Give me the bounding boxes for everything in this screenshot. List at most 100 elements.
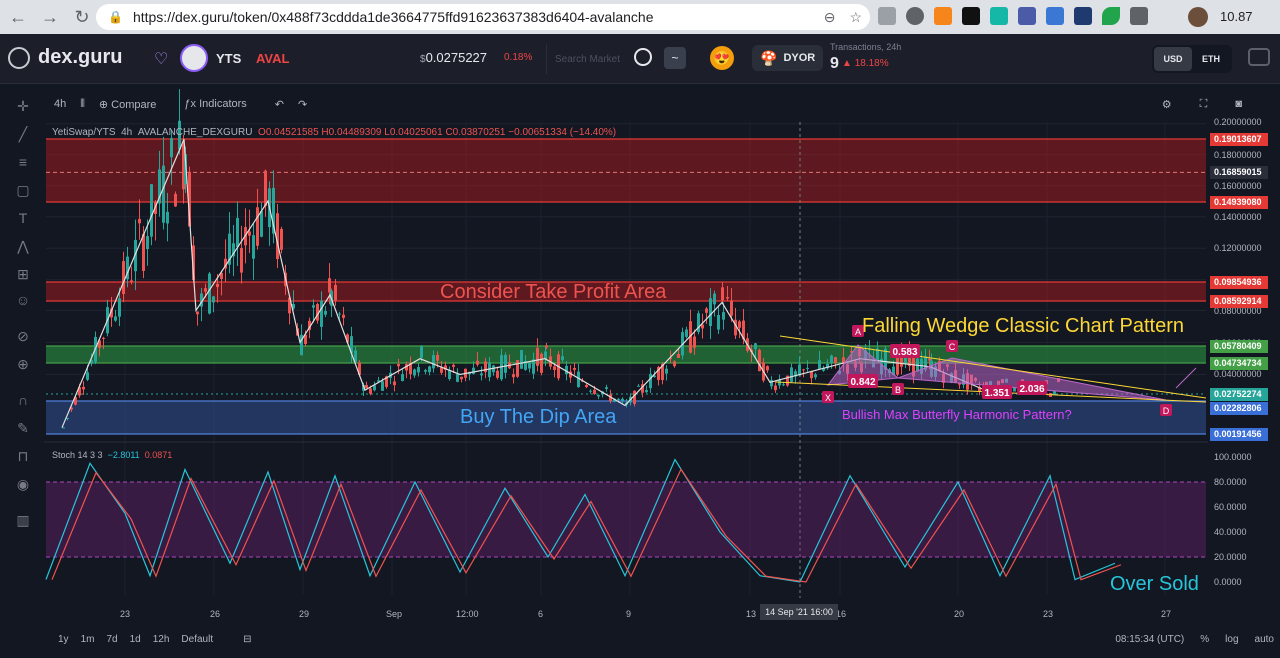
price-badge: 0.02282806 bbox=[1210, 402, 1268, 415]
candle bbox=[264, 170, 267, 206]
candle bbox=[260, 211, 263, 237]
stoch-legend: Stoch 14 3 3 −2.8011 0.0871 bbox=[52, 450, 173, 460]
candle bbox=[401, 374, 404, 381]
candle bbox=[118, 298, 121, 317]
candle bbox=[170, 138, 173, 158]
candle bbox=[436, 354, 439, 361]
stoch-tick: 40.0000 bbox=[1214, 527, 1247, 537]
candle bbox=[709, 298, 712, 327]
time-tick: 12:00 bbox=[456, 609, 479, 619]
candle bbox=[456, 373, 459, 382]
candle bbox=[496, 370, 499, 378]
candle bbox=[166, 211, 169, 224]
range-1y[interactable]: 1y bbox=[58, 634, 69, 645]
range-1m[interactable]: 1m bbox=[81, 634, 95, 645]
log-toggle[interactable]: log bbox=[1225, 634, 1238, 645]
stoch-tick: 20.0000 bbox=[1214, 552, 1247, 562]
candle bbox=[928, 358, 931, 361]
candle bbox=[248, 231, 251, 236]
candle bbox=[138, 218, 141, 224]
candle bbox=[818, 360, 821, 370]
candle bbox=[280, 228, 283, 250]
candle bbox=[381, 381, 384, 391]
price-badge: 0.09854936 bbox=[1210, 276, 1268, 289]
time-tick: 23 bbox=[120, 609, 131, 619]
candle bbox=[369, 388, 372, 394]
candle bbox=[162, 165, 165, 223]
price-badge: 0.04734734 bbox=[1210, 357, 1268, 370]
candle bbox=[730, 300, 733, 316]
price-badge: 0.14939080 bbox=[1210, 196, 1268, 209]
candle bbox=[701, 324, 704, 329]
date-range-icon[interactable]: ⊟ bbox=[243, 634, 251, 645]
price-tick: 0.14000000 bbox=[1214, 212, 1262, 222]
candle bbox=[512, 374, 515, 378]
candle bbox=[814, 374, 817, 378]
candle bbox=[417, 367, 420, 373]
price-badge: 0.05780409 bbox=[1210, 340, 1268, 353]
candle bbox=[830, 355, 833, 364]
price-tick: 0.04000000 bbox=[1214, 369, 1262, 379]
stoch-tick: 0.0000 bbox=[1214, 577, 1242, 587]
candle bbox=[561, 356, 564, 361]
candle bbox=[806, 367, 809, 369]
candle bbox=[790, 367, 793, 382]
stoch-tick: 100.0000 bbox=[1214, 452, 1252, 462]
candle bbox=[605, 387, 608, 389]
candle bbox=[122, 261, 125, 294]
range-default[interactable]: Default bbox=[181, 634, 213, 645]
price-tick: 0.18000000 bbox=[1214, 150, 1262, 160]
mid-zone bbox=[46, 346, 1206, 363]
point-label-X: X bbox=[825, 393, 831, 403]
candle bbox=[102, 337, 105, 339]
candle bbox=[782, 384, 785, 386]
time-tick: 13 bbox=[746, 609, 757, 619]
auto-toggle[interactable]: auto bbox=[1255, 634, 1274, 645]
candle bbox=[673, 361, 676, 367]
candle bbox=[312, 305, 315, 308]
point-label-A: A bbox=[855, 327, 861, 337]
candle bbox=[593, 389, 596, 394]
price-badge: 0.02752274 bbox=[1210, 388, 1268, 401]
candle bbox=[573, 368, 576, 370]
time-tick: 27 bbox=[1161, 609, 1172, 619]
range-7d[interactable]: 7d bbox=[106, 634, 117, 645]
utc-time[interactable]: 08:15:34 (UTC) bbox=[1115, 634, 1184, 645]
candle bbox=[738, 321, 741, 328]
ratio-label: 0.842 bbox=[850, 377, 875, 388]
stoch-tick: 80.0000 bbox=[1214, 477, 1247, 487]
time-tick: 6 bbox=[538, 609, 544, 619]
oversold-label: Over Sold bbox=[1110, 573, 1199, 595]
candle bbox=[472, 367, 475, 374]
candle bbox=[142, 233, 145, 271]
candle bbox=[114, 316, 117, 321]
candle bbox=[649, 373, 652, 389]
range-12h[interactable]: 12h bbox=[153, 634, 170, 645]
ohlc-legend: YetiSwap/YTS 4h AVALANCHE_DEXGURU O0.045… bbox=[52, 127, 617, 138]
time-tick: Sep bbox=[386, 609, 403, 619]
time-tick: 20 bbox=[954, 609, 965, 619]
candle bbox=[721, 287, 724, 301]
point-label-D: D bbox=[1163, 406, 1170, 416]
point-label-B: B bbox=[895, 385, 901, 395]
candle bbox=[393, 381, 396, 386]
stoch-tick: 60.0000 bbox=[1214, 502, 1247, 512]
candle bbox=[460, 376, 463, 380]
percent-toggle[interactable]: % bbox=[1200, 634, 1209, 645]
candle bbox=[553, 366, 556, 370]
candle bbox=[637, 385, 640, 387]
candle bbox=[338, 313, 341, 315]
time-tick: 26 bbox=[210, 609, 221, 619]
buy-dip-label: Buy The Dip Area bbox=[460, 406, 617, 428]
candle bbox=[810, 371, 813, 379]
bottom-toolbar: 1y 1m 7d 1d 12h Default ⊟ 08:15:34 (UTC)… bbox=[44, 628, 1280, 650]
candle bbox=[240, 247, 243, 273]
candle bbox=[722, 312, 725, 320]
candle bbox=[685, 329, 688, 337]
price-badge: 0.19013607 bbox=[1210, 133, 1268, 146]
range-1d[interactable]: 1d bbox=[130, 634, 141, 645]
candle bbox=[597, 394, 600, 397]
price-tick: 0.16000000 bbox=[1214, 181, 1262, 191]
wedge-label: Falling Wedge Classic Chart Pattern bbox=[862, 315, 1184, 337]
candle bbox=[420, 346, 423, 358]
